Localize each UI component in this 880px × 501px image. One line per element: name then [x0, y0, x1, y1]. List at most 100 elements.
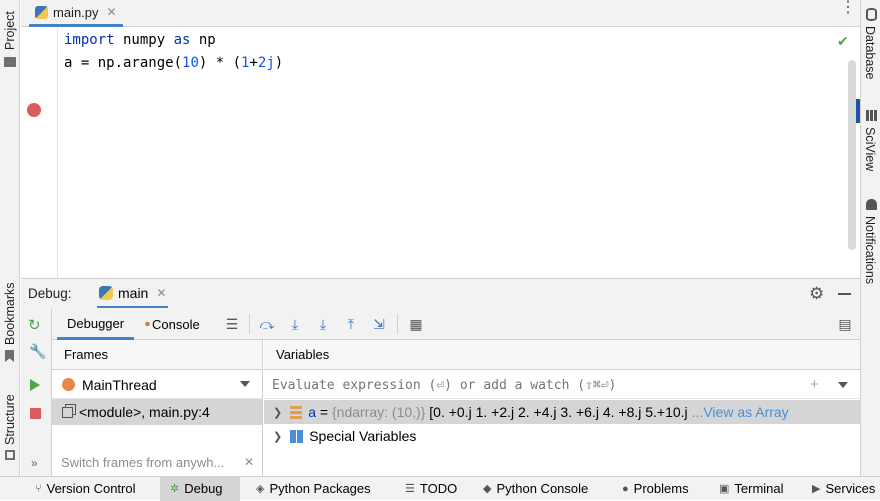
variables-header: Variables — [264, 340, 860, 370]
array-icon — [290, 405, 303, 419]
debug-session-tab[interactable]: main ✕ — [97, 279, 169, 309]
bookmarks-tool-button[interactable]: Bookmarks — [3, 282, 17, 345]
services-icon: ▶ — [812, 483, 821, 495]
breakpoint-icon[interactable] — [27, 103, 41, 117]
services-label: Services — [825, 481, 876, 496]
thread-name: MainThread — [82, 376, 157, 393]
branch-icon: ⑂ — [35, 483, 42, 495]
bookmark-icon — [5, 350, 14, 362]
add-watch-icon[interactable]: + — [810, 376, 819, 393]
rerun-icon[interactable]: ↻ — [28, 316, 41, 334]
tab-console[interactable]: ⏺ Console — [145, 308, 200, 340]
close-icon[interactable]: ✕ — [107, 5, 117, 19]
special-variables-icon — [290, 429, 304, 443]
list-icon: ☰ — [405, 483, 415, 495]
debug-label: Debug — [184, 481, 223, 496]
more-icon[interactable]: » — [31, 456, 38, 470]
chevron-right-icon[interactable]: ❯ — [273, 430, 282, 443]
frame-label: <module>, main.py:4 — [79, 404, 210, 420]
services-tab[interactable]: ▶ Services — [812, 477, 875, 501]
frames-header: Frames — [52, 340, 262, 370]
switch-frames-hint: Switch frames from anywh... — [61, 455, 225, 470]
resume-icon[interactable] — [30, 379, 40, 391]
evaluate-expression-input[interactable] — [272, 375, 792, 395]
python-packages-tab[interactable]: ◈ Python Packages — [256, 477, 371, 501]
frame-row[interactable]: <module>, main.py:4 — [52, 399, 262, 425]
terminal-label: Terminal — [734, 481, 784, 496]
stop-icon[interactable] — [30, 408, 41, 419]
editor-scrollbar[interactable] — [848, 60, 856, 250]
right-tool-stripe: Database SciView Notifications — [860, 0, 880, 476]
structure-icon — [5, 450, 15, 460]
terminal-tab[interactable]: ▣ Terminal — [719, 477, 784, 501]
python-packages-label: Python Packages — [269, 481, 371, 496]
variable-name: a — [308, 404, 317, 420]
console-icon: ⏺ — [145, 318, 150, 330]
toolbar-separator — [397, 314, 398, 334]
frame-icon — [62, 406, 73, 418]
more-options-icon[interactable]: ⋮ — [840, 0, 856, 16]
sciview-tool-button[interactable]: SciView — [863, 127, 877, 171]
python-icon — [99, 285, 113, 300]
code-line-1: import numpy as np — [64, 32, 216, 48]
tab-label: main.py — [53, 4, 99, 20]
project-tool-button[interactable]: Project — [3, 11, 17, 50]
threads-list-icon[interactable]: ☰ — [224, 316, 240, 332]
debug-side-toolbar: ↻ 🔧 » — [21, 308, 52, 476]
step-into-my-code-icon[interactable]: ⤓ — [315, 316, 331, 332]
editor-gutter[interactable] — [21, 28, 58, 278]
close-icon[interactable]: ✕ — [244, 455, 254, 469]
database-icon — [866, 8, 877, 21]
bug-icon: ✲ — [170, 483, 180, 495]
evaluate-expression-icon[interactable]: ▦ — [408, 316, 424, 332]
version-control-tab[interactable]: ⑂ Version Control — [35, 477, 136, 501]
variable-type: {ndarray: (10,)} — [331, 404, 426, 420]
folder-icon — [4, 57, 16, 67]
database-tool-button[interactable]: Database — [863, 26, 877, 80]
debug-title: Debug: — [28, 286, 72, 301]
variable-row-special[interactable]: ❯ Special Variables — [264, 424, 860, 448]
chevron-down-icon[interactable] — [838, 382, 848, 388]
variable-value: [0. +0.j 1. +2.j 2. +4.j 3. +6.j 4. +8.j… — [425, 404, 688, 420]
run-to-cursor-icon[interactable]: ⇲ — [371, 316, 387, 332]
layout-settings-icon[interactable]: ▤ — [837, 316, 853, 332]
minimize-icon[interactable] — [838, 293, 851, 295]
step-out-icon[interactable]: ⤒ — [343, 316, 359, 332]
python-console-tab[interactable]: ◆ Python Console — [483, 477, 588, 501]
left-tool-stripe: Project Bookmarks Structure — [0, 0, 20, 476]
todo-tab[interactable]: ☰ TODO — [405, 477, 457, 501]
chevron-right-icon[interactable]: ❯ — [273, 406, 282, 419]
gear-icon[interactable]: ⚙ — [809, 284, 824, 304]
session-label: main — [118, 284, 149, 301]
problems-tab[interactable]: ● Problems — [622, 477, 689, 501]
debug-toolbar: Debugger ⏺ Console ☰ ⤼ ⤓ ⤓ ⤒ ⇲ ▦ ▤ — [21, 308, 860, 340]
thread-selector[interactable]: MainThread — [52, 371, 262, 399]
step-into-icon[interactable]: ⤓ — [287, 316, 303, 332]
bell-icon — [866, 199, 877, 210]
bottom-tool-bar: ⑂ Version Control ✲ Debug ◈ Python Packages… — [0, 476, 880, 501]
close-icon[interactable]: ✕ — [156, 286, 166, 300]
chevron-down-icon[interactable] — [240, 381, 250, 387]
view-as-array-link[interactable]: ...View as Array — [692, 404, 789, 420]
console-label: Console — [152, 316, 200, 332]
notifications-tool-button[interactable]: Notifications — [863, 216, 877, 284]
step-over-icon[interactable]: ⤼ — [259, 316, 275, 332]
code-editor[interactable]: import numpy as np a = np.arange(10) * (… — [58, 28, 849, 278]
watch-input-row: + — [264, 371, 860, 399]
tab-main-py[interactable]: main.py ✕ — [29, 0, 123, 27]
python-file-icon — [35, 5, 48, 19]
structure-tool-button[interactable]: Structure — [3, 394, 17, 445]
thread-icon — [62, 378, 75, 391]
todo-label: TODO — [419, 481, 458, 496]
version-control-label: Version Control — [46, 481, 136, 496]
variables-pane: Variables + ❯ a = {ndarray: (10,)} [0. +… — [264, 340, 860, 476]
frames-pane: Frames MainThread <module>, main.py:4 Sw… — [52, 340, 263, 476]
python-console-icon: ◆ — [483, 483, 492, 495]
debug-tab[interactable]: ✲ Debug — [160, 477, 240, 501]
code-line-4: print(a) — [64, 103, 132, 119]
toolbar-separator — [249, 314, 250, 334]
wrench-icon[interactable]: 🔧 — [29, 343, 46, 360]
variable-row-a[interactable]: ❯ a = {ndarray: (10,)} [0. +0.j 1. +2.j … — [264, 400, 860, 424]
code-line-2: a = np.arange(10) * (1+2j) — [64, 55, 284, 71]
tab-debugger[interactable]: Debugger — [57, 308, 135, 340]
